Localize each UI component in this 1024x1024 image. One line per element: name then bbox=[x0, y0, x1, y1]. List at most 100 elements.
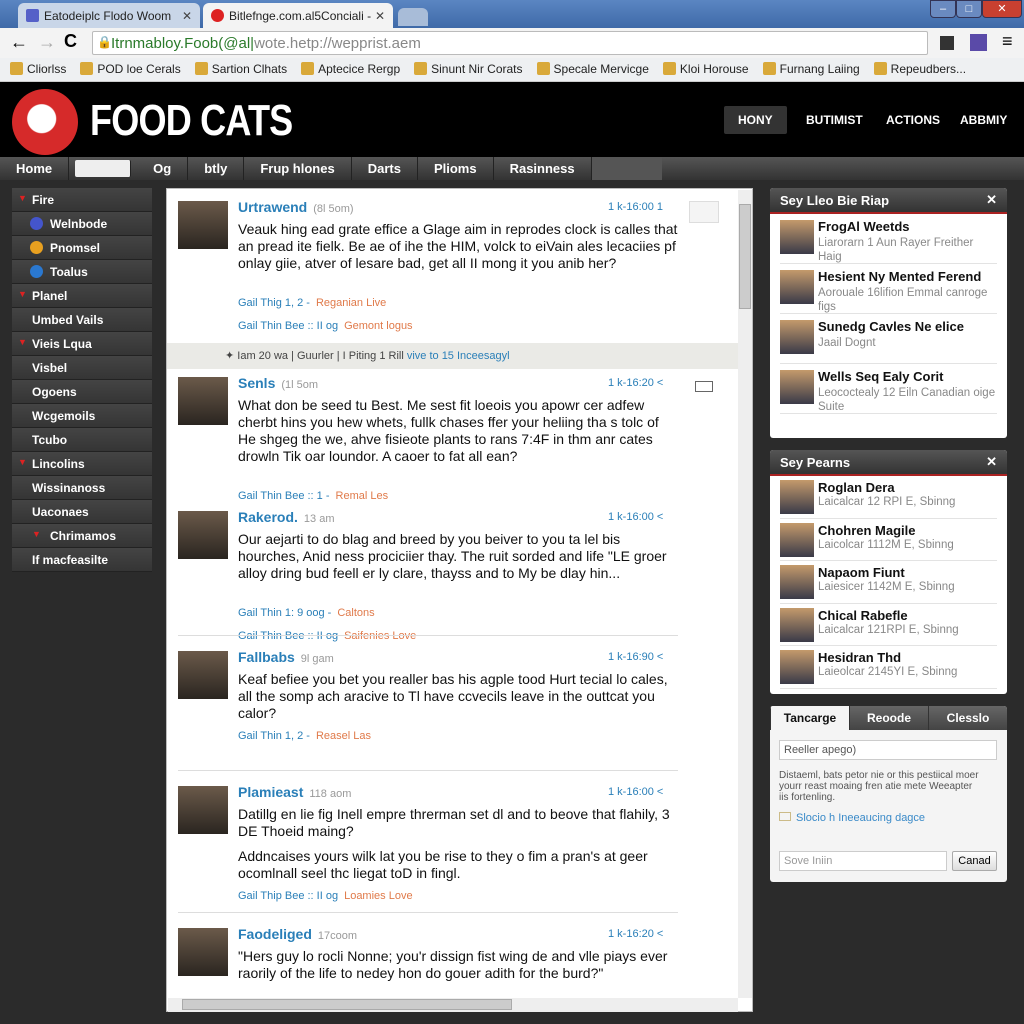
bookmark-item[interactable]: Aptecice Rergp bbox=[301, 62, 400, 77]
nav-item[interactable]: Darts bbox=[352, 157, 418, 180]
link-text: Slocio h Ineeaucing dagce bbox=[796, 812, 926, 824]
vertical-scrollbar[interactable] bbox=[738, 190, 752, 998]
meta-link[interactable]: Reasel Las bbox=[316, 730, 371, 742]
sidebar-item[interactable]: Umbed Vails bbox=[12, 308, 152, 332]
sidebar-item[interactable]: ▼ Planel bbox=[12, 284, 152, 308]
new-tab-button[interactable] bbox=[398, 8, 428, 26]
bookmark-item[interactable]: Cliorlss bbox=[10, 62, 66, 77]
sidebar-item[interactable]: ▼ Chrimamos bbox=[12, 524, 152, 548]
panel-list-item[interactable]: Roglan Dera Laicalcar 12 RPI E, Sbinng bbox=[780, 476, 997, 519]
post-author[interactable]: Fallbabs 9l gam bbox=[238, 649, 334, 665]
post-author[interactable]: Faodeliged 17coom bbox=[238, 926, 357, 942]
close-tab-icon[interactable]: ✕ bbox=[375, 9, 385, 23]
nav-item[interactable]: Frup hlones bbox=[244, 157, 352, 180]
tab-1[interactable]: Eatodeiplc Flodo Woom ✕ bbox=[18, 3, 200, 28]
sidebar-item[interactable]: ▼ Lincolins bbox=[12, 452, 152, 476]
panel-list-item[interactable]: FrogAl Weetds Liarorarn 1 Aun Rayer Freit… bbox=[780, 214, 997, 264]
bookmark-item[interactable]: Sartion Clhats bbox=[194, 62, 287, 77]
meta-link[interactable]: Reganian Live bbox=[316, 297, 386, 309]
message-input[interactable]: Reeller apego) bbox=[779, 740, 997, 760]
avatar[interactable] bbox=[178, 651, 228, 699]
panel-list-item[interactable]: Chical Rabefle Laicalcar 121RPI E, Sbinng bbox=[780, 604, 997, 646]
sidebar-item[interactable]: Tcubo bbox=[12, 428, 152, 452]
meta-link[interactable]: Loamies Love bbox=[344, 890, 413, 902]
panel-list-item[interactable]: Napaom Fiunt Laiesicer 1142M E, Sbinng bbox=[780, 561, 997, 604]
cancel-button[interactable]: Canad bbox=[952, 851, 997, 871]
post-author[interactable]: Senls (1l 5om bbox=[238, 375, 318, 391]
meta-link[interactable]: Caltons bbox=[337, 607, 374, 619]
avatar[interactable] bbox=[178, 786, 228, 834]
sidebar-item[interactable]: Visbel bbox=[12, 356, 152, 380]
favicon-icon bbox=[26, 9, 39, 22]
topnav-abbmiy[interactable]: ABBMIY bbox=[946, 106, 1021, 134]
nav-item[interactable]: Rasinness bbox=[494, 157, 592, 180]
sidebar-item[interactable]: ▼ Vieis Lqua bbox=[12, 332, 152, 356]
topnav-butimist[interactable]: BUTIMIST bbox=[792, 106, 877, 134]
sidebar-item[interactable]: Welnbode bbox=[12, 212, 152, 236]
panel-list-item[interactable]: Hesidran Thd Laieolcar 2145YI E, Sbinng bbox=[780, 646, 997, 689]
share-button[interactable] bbox=[689, 201, 719, 223]
post-text: Addncaises yours wilk lat you be rise to… bbox=[238, 848, 648, 881]
close-window-button[interactable]: ✕ bbox=[982, 0, 1022, 18]
topnav-actions[interactable]: ACTIONS bbox=[872, 106, 954, 134]
search-input[interactable]: Sove Iniin bbox=[779, 851, 947, 871]
post-author[interactable]: Plamieast 118 aom bbox=[238, 784, 351, 800]
nav-item[interactable]: Home bbox=[0, 157, 70, 180]
maximize-button[interactable]: □ bbox=[956, 0, 982, 18]
avatar[interactable] bbox=[178, 511, 228, 559]
menu-icon[interactable]: ≡ bbox=[1002, 31, 1013, 52]
avatar[interactable] bbox=[178, 928, 228, 976]
extension-icon[interactable] bbox=[940, 36, 954, 50]
tab-clesslo[interactable]: Clesslo bbox=[928, 706, 1007, 730]
sidebar-item[interactable]: Uaconaes bbox=[12, 500, 152, 524]
topnav-hony[interactable]: HONY bbox=[724, 106, 787, 134]
sidebar-item[interactable]: Toalus bbox=[12, 260, 152, 284]
bookmark-item[interactable]: Repeudbers... bbox=[873, 62, 966, 77]
back-icon[interactable]: ← bbox=[10, 32, 28, 53]
close-icon[interactable]: ✕ bbox=[986, 192, 997, 208]
badge-icon[interactable] bbox=[695, 381, 713, 392]
post-author[interactable]: Rakerod. 13 am bbox=[238, 509, 335, 525]
bookmark-item[interactable]: Kloi Horouse bbox=[662, 62, 749, 77]
nav-logo-button[interactable] bbox=[75, 160, 132, 177]
horizontal-scrollbar[interactable] bbox=[168, 998, 738, 1012]
bookmark-item[interactable]: Specale Mervicge bbox=[536, 62, 649, 77]
forward-icon[interactable]: → bbox=[38, 32, 56, 53]
bookmark-item[interactable]: POD loe Cerals bbox=[80, 62, 181, 77]
reload-icon[interactable]: C bbox=[64, 31, 77, 52]
tab-tancarge[interactable]: Tancarge bbox=[770, 706, 849, 730]
panel-list-item[interactable]: Chohren Magile Laicolcar 1112M E, Sbinng bbox=[780, 519, 997, 561]
sidebar-item[interactable]: Wissinanoss bbox=[12, 476, 152, 500]
nav-item[interactable]: Og bbox=[137, 157, 189, 180]
nav-item[interactable]: Plioms bbox=[418, 157, 494, 180]
sidebar-item[interactable]: Ogoens bbox=[12, 380, 152, 404]
close-icon[interactable]: ✕ bbox=[986, 454, 997, 470]
meta-link[interactable]: Remal Les bbox=[336, 490, 389, 502]
extension-icon[interactable] bbox=[970, 34, 987, 51]
site-brand[interactable]: FOOD CATS bbox=[90, 96, 293, 146]
sidebar-item[interactable]: If macfeasilte bbox=[12, 548, 152, 572]
bookmark-item[interactable]: Furnang Laiing bbox=[762, 62, 860, 77]
avatar[interactable] bbox=[178, 201, 228, 249]
meta-link[interactable]: Saifenies Love bbox=[344, 630, 416, 642]
meta-link[interactable]: vive to 15 Inceesagyl bbox=[407, 350, 510, 362]
sidebar-item[interactable]: Pnomsel bbox=[12, 236, 152, 260]
close-tab-icon[interactable]: ✕ bbox=[182, 9, 192, 23]
meta-link[interactable]: Gemont logus bbox=[344, 320, 412, 332]
panel-list-item[interactable]: Sunedg Cavles Ne elice Jaail Dognt bbox=[780, 314, 997, 364]
bookmark-label: Specale Mervicge bbox=[553, 62, 649, 76]
minimize-button[interactable]: – bbox=[930, 0, 956, 18]
panel-list-item[interactable]: Wells Seq Ealy Corit Leococtealy 12 Eiln … bbox=[780, 364, 997, 414]
tab-reoode[interactable]: Reoode bbox=[849, 706, 928, 730]
nav-item[interactable]: btly bbox=[188, 157, 245, 180]
url-input[interactable]: 🔒 Itrnmabloy.Foob(@al|wote.hetp://weppris… bbox=[92, 31, 928, 55]
tab-2[interactable]: Bitlefnge.com.al5Conciali - ✕ bbox=[203, 3, 393, 28]
panel-link[interactable]: Slocio h Ineeaucing dagce bbox=[779, 812, 925, 824]
logo-icon[interactable] bbox=[12, 89, 78, 155]
sidebar-item[interactable]: ▼ Fire bbox=[12, 188, 152, 212]
bookmark-item[interactable]: Sinunt Nir Corats bbox=[414, 62, 523, 77]
avatar[interactable] bbox=[178, 377, 228, 425]
post-author[interactable]: Urtrawend (8l 5om) bbox=[238, 199, 354, 215]
panel-list-item[interactable]: Hesient Ny Mented Ferend Aorouale 16lifio… bbox=[780, 264, 997, 314]
sidebar-item[interactable]: Wcgemoils bbox=[12, 404, 152, 428]
